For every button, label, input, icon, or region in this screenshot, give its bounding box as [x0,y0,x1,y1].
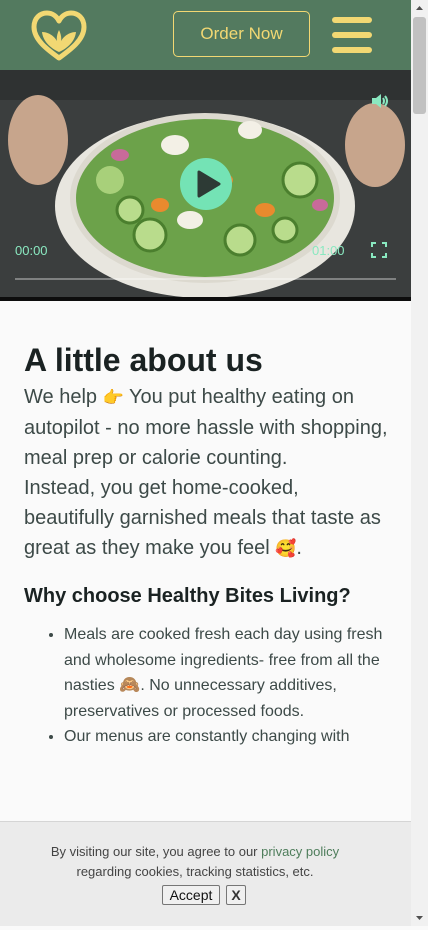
hamburger-menu-icon[interactable] [332,17,372,53]
privacy-policy-link[interactable]: privacy policy [261,844,339,859]
benefits-list: Meals are cooked fresh each day using fr… [24,622,394,750]
intro-end: . [296,537,302,559]
pointing-hand-emoji-icon: 👉 [102,388,124,408]
about-intro: We help 👉 You put healthy eating on auto… [24,382,394,564]
video-seek-bar[interactable] [15,278,396,280]
scrollbar-thumb[interactable] [413,17,426,114]
list-item: Meals are cooked fresh each day using fr… [64,622,394,724]
cookie-text-before: By visiting our site, you agree to our [50,844,262,859]
cookie-text-after: regarding cookies, tracking statistics, … [76,864,314,879]
cookie-text: By visiting our site, you agree to our p… [0,842,390,882]
page-scrollbar[interactable] [411,0,428,926]
why-choose-heading: Why choose Healthy Bites Living? [24,585,351,607]
close-cookie-button[interactable]: X [226,885,246,905]
see-no-evil-monkey-emoji-icon: 🙈 [119,675,141,695]
scroll-down-arrow-icon[interactable] [411,909,428,926]
heart-leaf-logo-icon[interactable] [28,8,90,62]
fullscreen-icon[interactable] [371,242,387,258]
play-button[interactable] [180,158,232,210]
cookie-consent-bar: By visiting our site, you agree to our p… [0,821,411,926]
video-duration: 01:00 [312,243,345,258]
video-player[interactable]: 00:00 01:00 [0,70,411,301]
list-item: Our menus are constantly changing with [64,724,394,750]
order-now-button[interactable]: Order Now [173,11,310,57]
page: Order Now 00:00 01:00 A little about us … [0,0,411,926]
scroll-up-arrow-icon[interactable] [411,0,428,17]
accept-button[interactable]: Accept [162,885,220,905]
intro-text-1: We help [24,386,103,408]
intro-text-3: Instead, you get home-cooked, beautifull… [24,477,381,559]
video-current-time: 00:00 [15,243,48,258]
about-heading: A little about us [24,342,263,378]
play-icon [197,170,221,198]
smiling-hearts-emoji-icon: 🥰 [275,539,297,559]
video-bottom-edge [0,297,411,301]
bullet-text: Our menus are constantly changing with [64,728,350,745]
about-section: A little about us We help 👉 You put heal… [24,340,394,750]
site-header: Order Now [0,0,411,70]
volume-icon[interactable] [370,92,390,110]
